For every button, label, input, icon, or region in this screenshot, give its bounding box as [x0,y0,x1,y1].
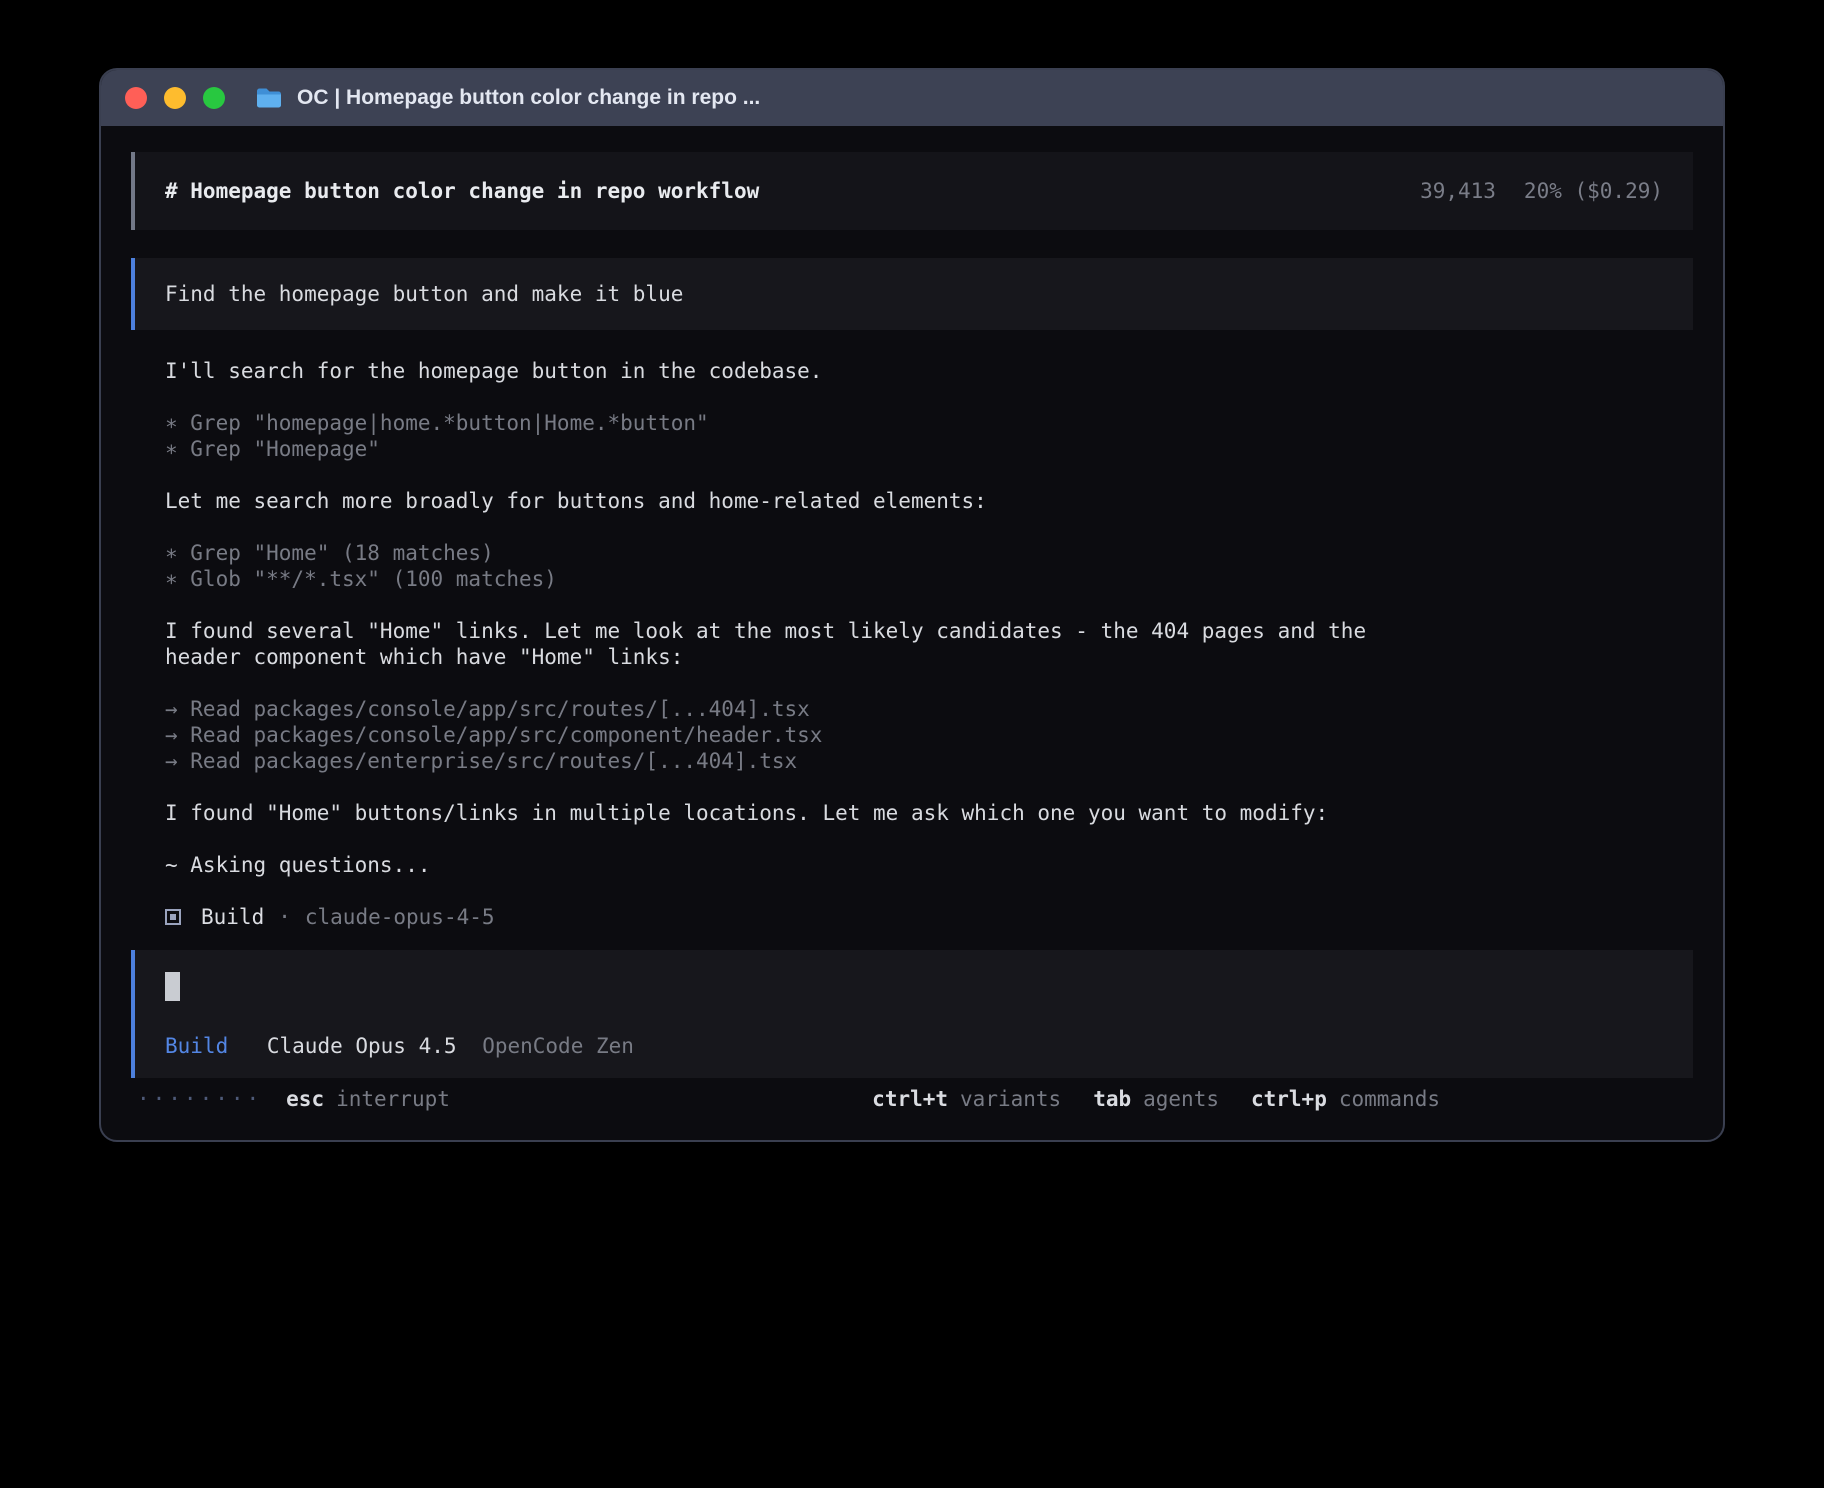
spinner-dots: ········ [137,1087,262,1111]
terminal-line: → Read packages/console/app/src/componen… [165,722,1420,748]
model-row: Build Claude Opus 4.5 OpenCode Zen [165,1034,1663,1058]
token-count: 39,413 [1420,179,1496,203]
tool-call-block: ∗ Grep "Home" (18 matches)∗ Glob "**/*.t… [165,540,1420,592]
window-title: OC | Homepage button color change in rep… [297,86,760,110]
assistant-output: I'll search for the homepage button in t… [165,358,1693,878]
terminal-line: ∗ Glob "**/*.tsx" (100 matches) [165,566,1420,592]
separator-dot: · [278,904,291,930]
esc-key-hint: esc [286,1087,324,1111]
agent-model: claude-opus-4-5 [305,904,495,930]
minimize-button[interactable] [164,87,186,109]
hint-key: ctrl+p [1251,1087,1327,1111]
agent-name: Build [201,904,264,930]
hint-key: tab [1093,1087,1131,1111]
tool-call-block: → Read packages/console/app/src/routes/[… [165,696,1420,774]
terminal-window: OC | Homepage button color change in rep… [99,68,1725,1142]
hint-label: commands [1339,1087,1440,1111]
tool-call-block: ∗ Grep "homepage|home.*button|Home.*butt… [165,410,1420,462]
esc-hint-label: interrupt [336,1087,450,1111]
assistant-text-block: ~ Asking questions... [165,852,1420,878]
terminal-line: ∗ Grep "homepage|home.*button|Home.*butt… [165,410,1420,436]
terminal-line: I'll search for the homepage button in t… [165,358,1420,384]
mode-label: Build [165,1034,228,1058]
zoom-button[interactable] [203,87,225,109]
terminal-line: → Read packages/enterprise/src/routes/[.… [165,748,1420,774]
user-message: Find the homepage button and make it blu… [131,258,1693,330]
terminal-line: ∗ Grep "Homepage" [165,436,1420,462]
assistant-text-block: I found several "Home" links. Let me loo… [165,618,1420,670]
assistant-text-block: Let me search more broadly for buttons a… [165,488,1420,514]
conversation: I'll search for the homepage button in t… [131,358,1693,930]
status-bar-left: ········ esc interrupt [131,1087,450,1111]
model-name: Claude Opus 4.5 [267,1034,457,1058]
traffic-lights [125,87,225,109]
text-cursor [165,972,180,1001]
session-header: # Homepage button color change in repo w… [131,152,1693,230]
folder-icon [255,87,283,109]
close-button[interactable] [125,87,147,109]
terminal-line: ∗ Grep "Home" (18 matches) [165,540,1420,566]
context-cost: 20% ($0.29) [1524,179,1663,203]
status-bar: ········ esc interrupt ctrl+t variants t… [131,1086,1693,1112]
assistant-text-block: I found "Home" buttons/links in multiple… [165,800,1420,826]
agent-square-dot-icon [165,909,181,925]
terminal-line: I found "Home" buttons/links in multiple… [165,800,1420,826]
provider-name: OpenCode Zen [482,1034,634,1058]
hint-label: variants [960,1087,1061,1111]
assistant-text-block: I'll search for the homepage button in t… [165,358,1420,384]
terminal-line: I found several "Home" links. Let me loo… [165,618,1420,670]
terminal-content: # Homepage button color change in repo w… [101,126,1723,1140]
hint-agents: tab agents [1093,1087,1219,1111]
prompt-input[interactable]: Build Claude Opus 4.5 OpenCode Zen [131,950,1693,1078]
terminal-line: → Read packages/console/app/src/routes/[… [165,696,1420,722]
hint-label: agents [1143,1087,1219,1111]
hint-variants: ctrl+t variants [872,1087,1061,1111]
hint-key: ctrl+t [872,1087,948,1111]
terminal-line: Let me search more broadly for buttons a… [165,488,1420,514]
status-bar-right: ctrl+t variants tab agents ctrl+p comman… [872,1087,1440,1111]
window-titlebar: OC | Homepage button color change in rep… [101,70,1723,126]
agent-status-row: Build · claude-opus-4-5 [165,904,1693,930]
session-title: # Homepage button color change in repo w… [165,179,759,203]
user-message-text: Find the homepage button and make it blu… [165,282,683,306]
terminal-line: ~ Asking questions... [165,852,1420,878]
session-stats: 39,413 20% ($0.29) [1420,179,1663,203]
hint-commands: ctrl+p commands [1251,1087,1440,1111]
